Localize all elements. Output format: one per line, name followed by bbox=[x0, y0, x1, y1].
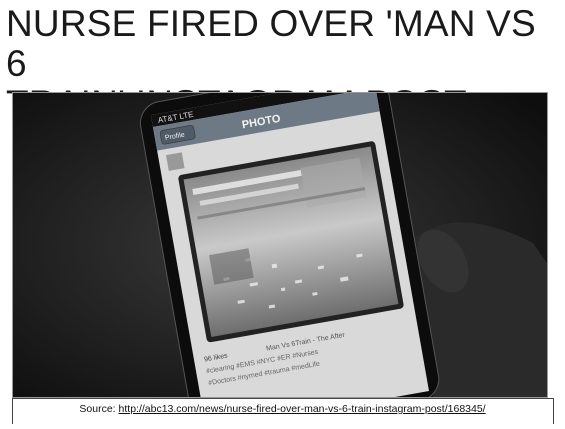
slide-title-line-1: NURSE FIRED OVER 'MAN VS 6 bbox=[6, 3, 536, 84]
phone-photo-illustration: AT&T LTE Profile PHOTO 96 likes Man Vs 6… bbox=[13, 93, 547, 397]
phone-device: AT&T LTE Profile PHOTO 96 likes Man Vs 6… bbox=[139, 93, 440, 397]
source-label: Source: bbox=[79, 403, 116, 415]
source-link[interactable]: http://abc13.com/news/nurse-fired-over-m… bbox=[119, 403, 486, 415]
avatar[interactable] bbox=[166, 152, 185, 171]
source-citation: Source: http://abc13.com/news/nurse-fire… bbox=[0, 403, 565, 415]
news-photo: AT&T LTE Profile PHOTO 96 likes Man Vs 6… bbox=[12, 92, 548, 398]
footer-divider bbox=[12, 398, 553, 399]
